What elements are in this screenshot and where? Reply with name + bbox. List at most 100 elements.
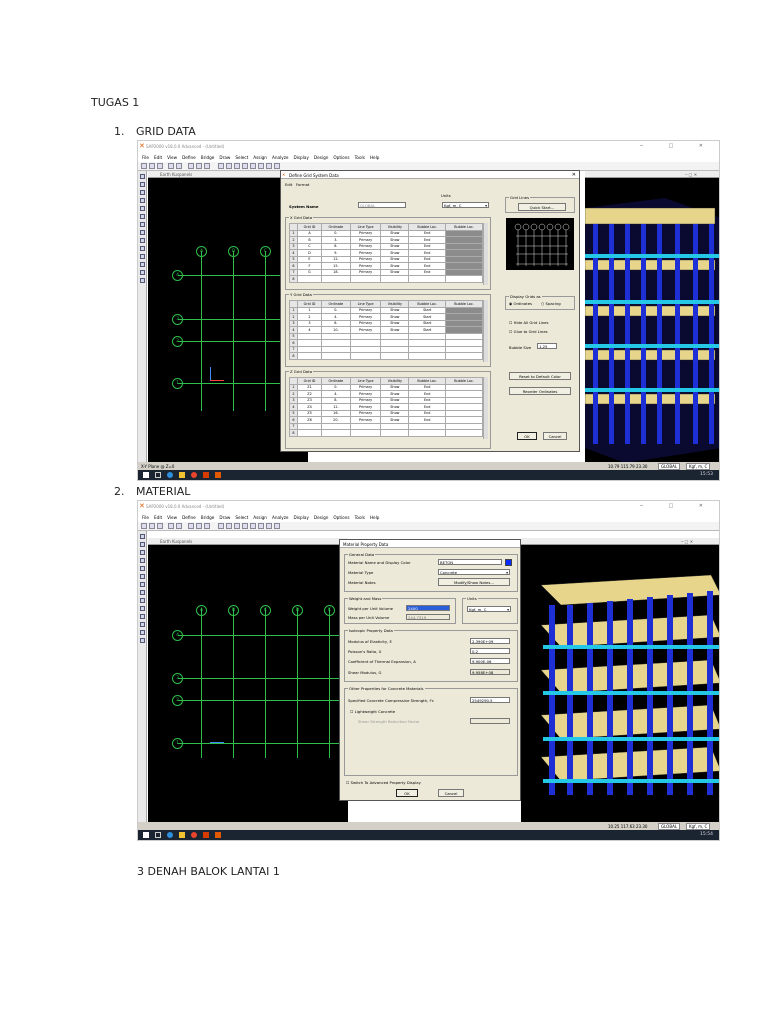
open-icon[interactable]	[149, 163, 155, 169]
bubble-color-cell[interactable]	[445, 429, 483, 437]
windows-start-icon[interactable]	[143, 832, 149, 838]
zoom-out-icon[interactable]	[226, 523, 232, 529]
table-row[interactable]: 8	[289, 352, 483, 360]
reset-color-button[interactable]: Reset to Default Color	[509, 372, 571, 380]
z-grid-table[interactable]: Grid ID Ordinate Line Type Visibility Bubble…	[289, 377, 483, 437]
table-cell[interactable]	[380, 275, 410, 283]
display-color-swatch[interactable]	[505, 559, 512, 566]
modify-notes-button[interactable]: Modify/Show Notes...	[438, 578, 510, 586]
table-cell[interactable]	[297, 275, 322, 283]
chrome-icon[interactable]	[191, 472, 197, 478]
ordinates-radio[interactable]: ◉ Ordinates	[509, 301, 532, 306]
bubble-size-field[interactable]: 1.25	[537, 343, 557, 349]
lock-icon[interactable]	[196, 163, 202, 169]
table-cell[interactable]	[408, 429, 447, 437]
table-cell[interactable]	[349, 275, 382, 283]
menu-select[interactable]: Select	[235, 515, 248, 520]
intersect-icon[interactable]	[140, 230, 145, 235]
menu-options[interactable]: Options	[333, 515, 349, 520]
snap-ends-icon[interactable]	[140, 606, 145, 611]
draw-area-icon[interactable]	[140, 550, 145, 555]
table-cell[interactable]	[297, 352, 322, 360]
menu-bridge[interactable]: Bridge	[201, 515, 215, 520]
pointer-icon[interactable]	[140, 174, 145, 179]
select-all-icon[interactable]	[140, 566, 145, 571]
run-analysis-icon[interactable]	[204, 163, 210, 169]
xy-view-icon[interactable]	[258, 163, 264, 169]
units-select[interactable]: Kgf, m, C ▾	[467, 606, 511, 612]
snap-points-icon[interactable]	[140, 598, 145, 603]
menu-analyze[interactable]: Analyze	[272, 155, 289, 160]
zoom-in-icon[interactable]	[218, 523, 224, 529]
run-analysis-icon[interactable]	[204, 523, 210, 529]
weight-per-volume-field[interactable]: 2400	[406, 605, 450, 611]
menu-tools[interactable]: Tools	[355, 515, 365, 520]
status-coord-system[interactable]: GLOBAL	[658, 463, 681, 470]
snap-grid-icon[interactable]	[140, 262, 145, 267]
menu-bridge[interactable]: Bridge	[201, 155, 215, 160]
menu-design[interactable]: Design	[314, 155, 328, 160]
snap-points-icon[interactable]	[140, 238, 145, 243]
draw-joint-icon[interactable]	[140, 558, 145, 563]
3d-view-icon[interactable]	[250, 163, 256, 169]
previous-select-icon[interactable]	[140, 574, 145, 579]
menu-analyze[interactable]: Analyze	[272, 515, 289, 520]
modulus-elasticity-field[interactable]: 2.390E+09	[470, 638, 510, 644]
xz-view-icon[interactable]	[266, 163, 272, 169]
menu-help[interactable]: Help	[370, 155, 380, 160]
menu-options[interactable]: Options	[333, 155, 349, 160]
office-icon[interactable]	[203, 832, 209, 838]
refresh-icon[interactable]	[188, 163, 194, 169]
menu-file[interactable]: File	[142, 155, 149, 160]
window-controls[interactable]: ─ □ ✕	[640, 143, 715, 149]
yz-view-icon[interactable]	[274, 523, 280, 529]
window-controls[interactable]: ─ □ ✕	[640, 503, 715, 509]
sap2000-taskbar-icon[interactable]	[215, 832, 221, 838]
zoom-window-icon[interactable]	[234, 163, 240, 169]
table-cell[interactable]	[408, 352, 447, 360]
system-name-field[interactable]: GLOBAL	[358, 202, 406, 208]
y-grid-scrollbar[interactable]	[483, 300, 488, 362]
select-all-icon[interactable]	[140, 206, 145, 211]
material-type-select[interactable]: Concrete ▾	[438, 569, 510, 575]
save-icon[interactable]	[157, 523, 163, 529]
snap-intersect-icon[interactable]	[140, 638, 145, 643]
quick-start-button[interactable]: Quick Start...	[518, 203, 566, 211]
advanced-display-checkbox[interactable]: ☐ Switch To Advanced Property Display	[346, 780, 421, 785]
file-explorer-icon[interactable]	[179, 472, 185, 478]
table-row[interactable]: 8	[289, 429, 483, 437]
previous-select-icon[interactable]	[140, 214, 145, 219]
y-grid-table[interactable]: Grid ID Ordinate Line Type Visibility Bubble…	[289, 300, 483, 360]
cancel-button[interactable]: Cancel	[543, 432, 567, 440]
zoom-in-icon[interactable]	[218, 163, 224, 169]
snap-intersect-icon[interactable]	[140, 278, 145, 283]
table-cell[interactable]	[408, 275, 447, 283]
x-grid-scrollbar[interactable]	[483, 223, 488, 285]
zoom-window-icon[interactable]	[234, 523, 240, 529]
menu-view[interactable]: View	[167, 515, 177, 520]
status-coord-system[interactable]: GLOBAL	[658, 823, 681, 830]
menu-help[interactable]: Help	[370, 515, 380, 520]
table-cell[interactable]	[380, 352, 410, 360]
menu-design[interactable]: Design	[314, 515, 328, 520]
spacing-radio[interactable]: ○ Spacing	[541, 301, 561, 306]
3d-view-icon[interactable]	[250, 523, 256, 529]
redo-icon[interactable]	[176, 163, 182, 169]
compressive-strength-field[interactable]: 2549290.5	[470, 697, 510, 703]
menu-edit[interactable]: Edit	[154, 515, 162, 520]
x-grid-table[interactable]: Grid ID Ordinate Line Type Visibility Bubble…	[289, 223, 483, 283]
new-model-icon[interactable]	[141, 163, 147, 169]
intersect-icon[interactable]	[140, 590, 145, 595]
menu-define[interactable]: Define	[182, 155, 196, 160]
menu-assign[interactable]: Assign	[253, 515, 267, 520]
3d-viewport[interactable]: ─ □ ✕	[521, 538, 719, 822]
office-icon[interactable]	[203, 472, 209, 478]
menu-assign[interactable]: Assign	[253, 155, 267, 160]
table-row[interactable]: 8	[289, 275, 483, 283]
poisson-ratio-field[interactable]: 0.2	[470, 648, 510, 654]
open-icon[interactable]	[149, 523, 155, 529]
draw-frame-icon[interactable]	[140, 182, 145, 187]
xz-view-icon[interactable]	[266, 523, 272, 529]
xy-view-icon[interactable]	[258, 523, 264, 529]
units-select[interactable]: Kgf, m, C ▾	[442, 202, 489, 208]
